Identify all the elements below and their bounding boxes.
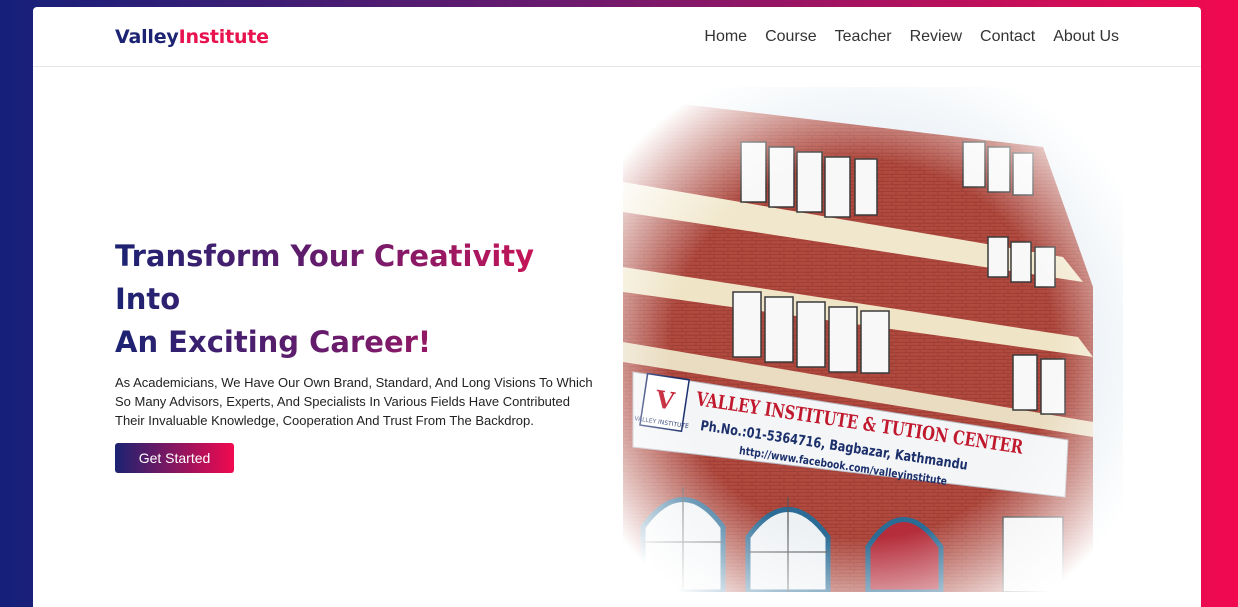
building-photo: V VALLEY INSTITUTE VALLEY INSTITUTE & TU… [623, 87, 1123, 592]
nav-course[interactable]: Course [765, 28, 817, 46]
hero-headline: Transform Your Creativity Into An Exciti… [115, 235, 595, 364]
brand-logo-part2: Institute [178, 25, 269, 48]
nav-home[interactable]: Home [704, 28, 747, 46]
brand-logo[interactable]: ValleyInstitute [115, 26, 269, 48]
hero-section: Transform Your Creativity Into An Exciti… [115, 235, 595, 473]
brand-logo-part1: Valley [115, 25, 179, 48]
hero-description: As Academicians, We Have Our Own Brand, … [115, 375, 593, 428]
main-nav: Home Course Teacher Review Contact About… [704, 28, 1119, 46]
hero-headline-line1: Transform Your Creativity Into [115, 239, 535, 316]
building-illustration: V VALLEY INSTITUTE VALLEY INSTITUTE & TU… [623, 87, 1123, 592]
nav-contact[interactable]: Contact [980, 28, 1035, 46]
get-started-button[interactable]: Get Started [115, 443, 234, 473]
hero-headline-line2: An Exciting Career! [115, 325, 432, 359]
page-frame: ValleyInstitute Home Course Teacher Revi… [33, 7, 1201, 607]
nav-teacher[interactable]: Teacher [835, 28, 892, 46]
nav-about-us[interactable]: About Us [1053, 28, 1119, 46]
navbar: ValleyInstitute Home Course Teacher Revi… [33, 7, 1201, 67]
nav-review[interactable]: Review [910, 28, 962, 46]
